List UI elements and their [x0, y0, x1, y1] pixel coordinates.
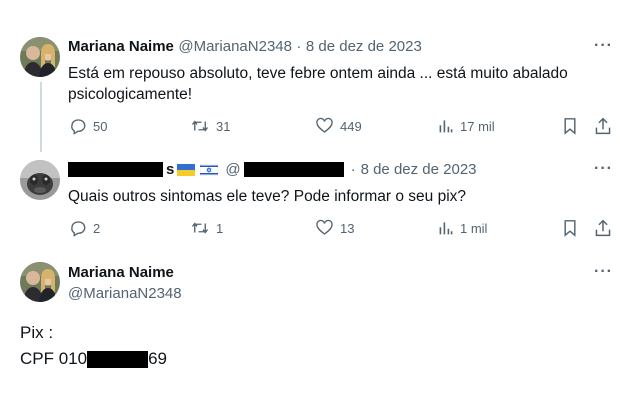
- reply-icon: [71, 221, 86, 237]
- views-button[interactable]: 17 mil: [438, 117, 495, 135]
- like-button[interactable]: 449: [315, 117, 362, 135]
- heart-icon: [316, 117, 333, 133]
- views-icon: [439, 120, 453, 133]
- tweet-text-line: psicologicamente!: [68, 86, 193, 103]
- views-button[interactable]: 1 mil: [438, 219, 487, 237]
- repost-button[interactable]: 1: [190, 219, 223, 237]
- share-button[interactable]: [594, 117, 612, 135]
- author-name-suffix[interactable]: s: [166, 161, 174, 178]
- bookmark-button[interactable]: [562, 117, 578, 135]
- views-icon: [439, 222, 453, 235]
- reply-icon: [71, 119, 86, 135]
- reply-count: 50: [93, 118, 108, 134]
- heart-icon: [316, 219, 333, 235]
- more-options-icon[interactable]: ···: [594, 160, 613, 178]
- author-handle[interactable]: @MarianaN2348: [68, 285, 182, 302]
- more-options-icon[interactable]: ···: [594, 37, 613, 55]
- pix-label: Pix :: [20, 323, 54, 342]
- reply-button[interactable]: 50: [69, 117, 107, 135]
- avatar[interactable]: [20, 37, 60, 77]
- israel-flag-icon: [200, 163, 219, 176]
- avatar[interactable]: [20, 160, 60, 200]
- tweet-date[interactable]: 8 de dez de 2023: [306, 38, 422, 55]
- repost-count: 1: [216, 220, 224, 236]
- reply-count: 2: [93, 220, 101, 236]
- bookmark-icon: [564, 220, 576, 237]
- bookmark-button[interactable]: [562, 219, 578, 237]
- repost-icon: [191, 222, 209, 234]
- cpf-suffix: 69: [148, 349, 168, 368]
- separator: ·: [296, 38, 302, 55]
- tweet-date[interactable]: 8 de dez de 2023: [361, 161, 477, 178]
- ukraine-flag-icon: [177, 163, 196, 176]
- author-handle[interactable]: @MarianaN2348: [178, 38, 292, 55]
- redacted-cpf: [87, 350, 149, 368]
- avatar[interactable]: [20, 262, 60, 302]
- thread-line: [40, 82, 42, 152]
- like-count: 449: [340, 118, 362, 134]
- reply-button[interactable]: 2: [69, 219, 100, 237]
- author-handle-prefix[interactable]: @: [225, 161, 240, 178]
- redacted-handle: [243, 162, 344, 177]
- share-icon: [595, 219, 611, 237]
- repost-button[interactable]: 31: [190, 117, 230, 135]
- tweet-text: Quais outros sintomas ele teve? Pode inf…: [68, 188, 467, 205]
- bookmark-icon: [564, 118, 576, 135]
- separator: ·: [350, 161, 356, 178]
- author-name[interactable]: Mariana Naime: [68, 264, 174, 281]
- tweet-text-line: Está em repouso absoluto, teve febre ont…: [68, 65, 568, 82]
- like-button[interactable]: 13: [315, 219, 354, 237]
- more-options-icon[interactable]: ···: [594, 263, 613, 281]
- share-button[interactable]: [594, 219, 612, 237]
- repost-count: 31: [216, 118, 231, 134]
- repost-icon: [191, 120, 209, 132]
- cpf-prefix: CPF 010: [20, 349, 88, 368]
- share-icon: [595, 117, 611, 135]
- view-count: 1 mil: [460, 220, 488, 236]
- redacted-author-name: [68, 162, 163, 177]
- like-count: 13: [340, 220, 355, 236]
- author-name[interactable]: Mariana Naime: [68, 38, 174, 55]
- view-count: 17 mil: [460, 118, 495, 134]
